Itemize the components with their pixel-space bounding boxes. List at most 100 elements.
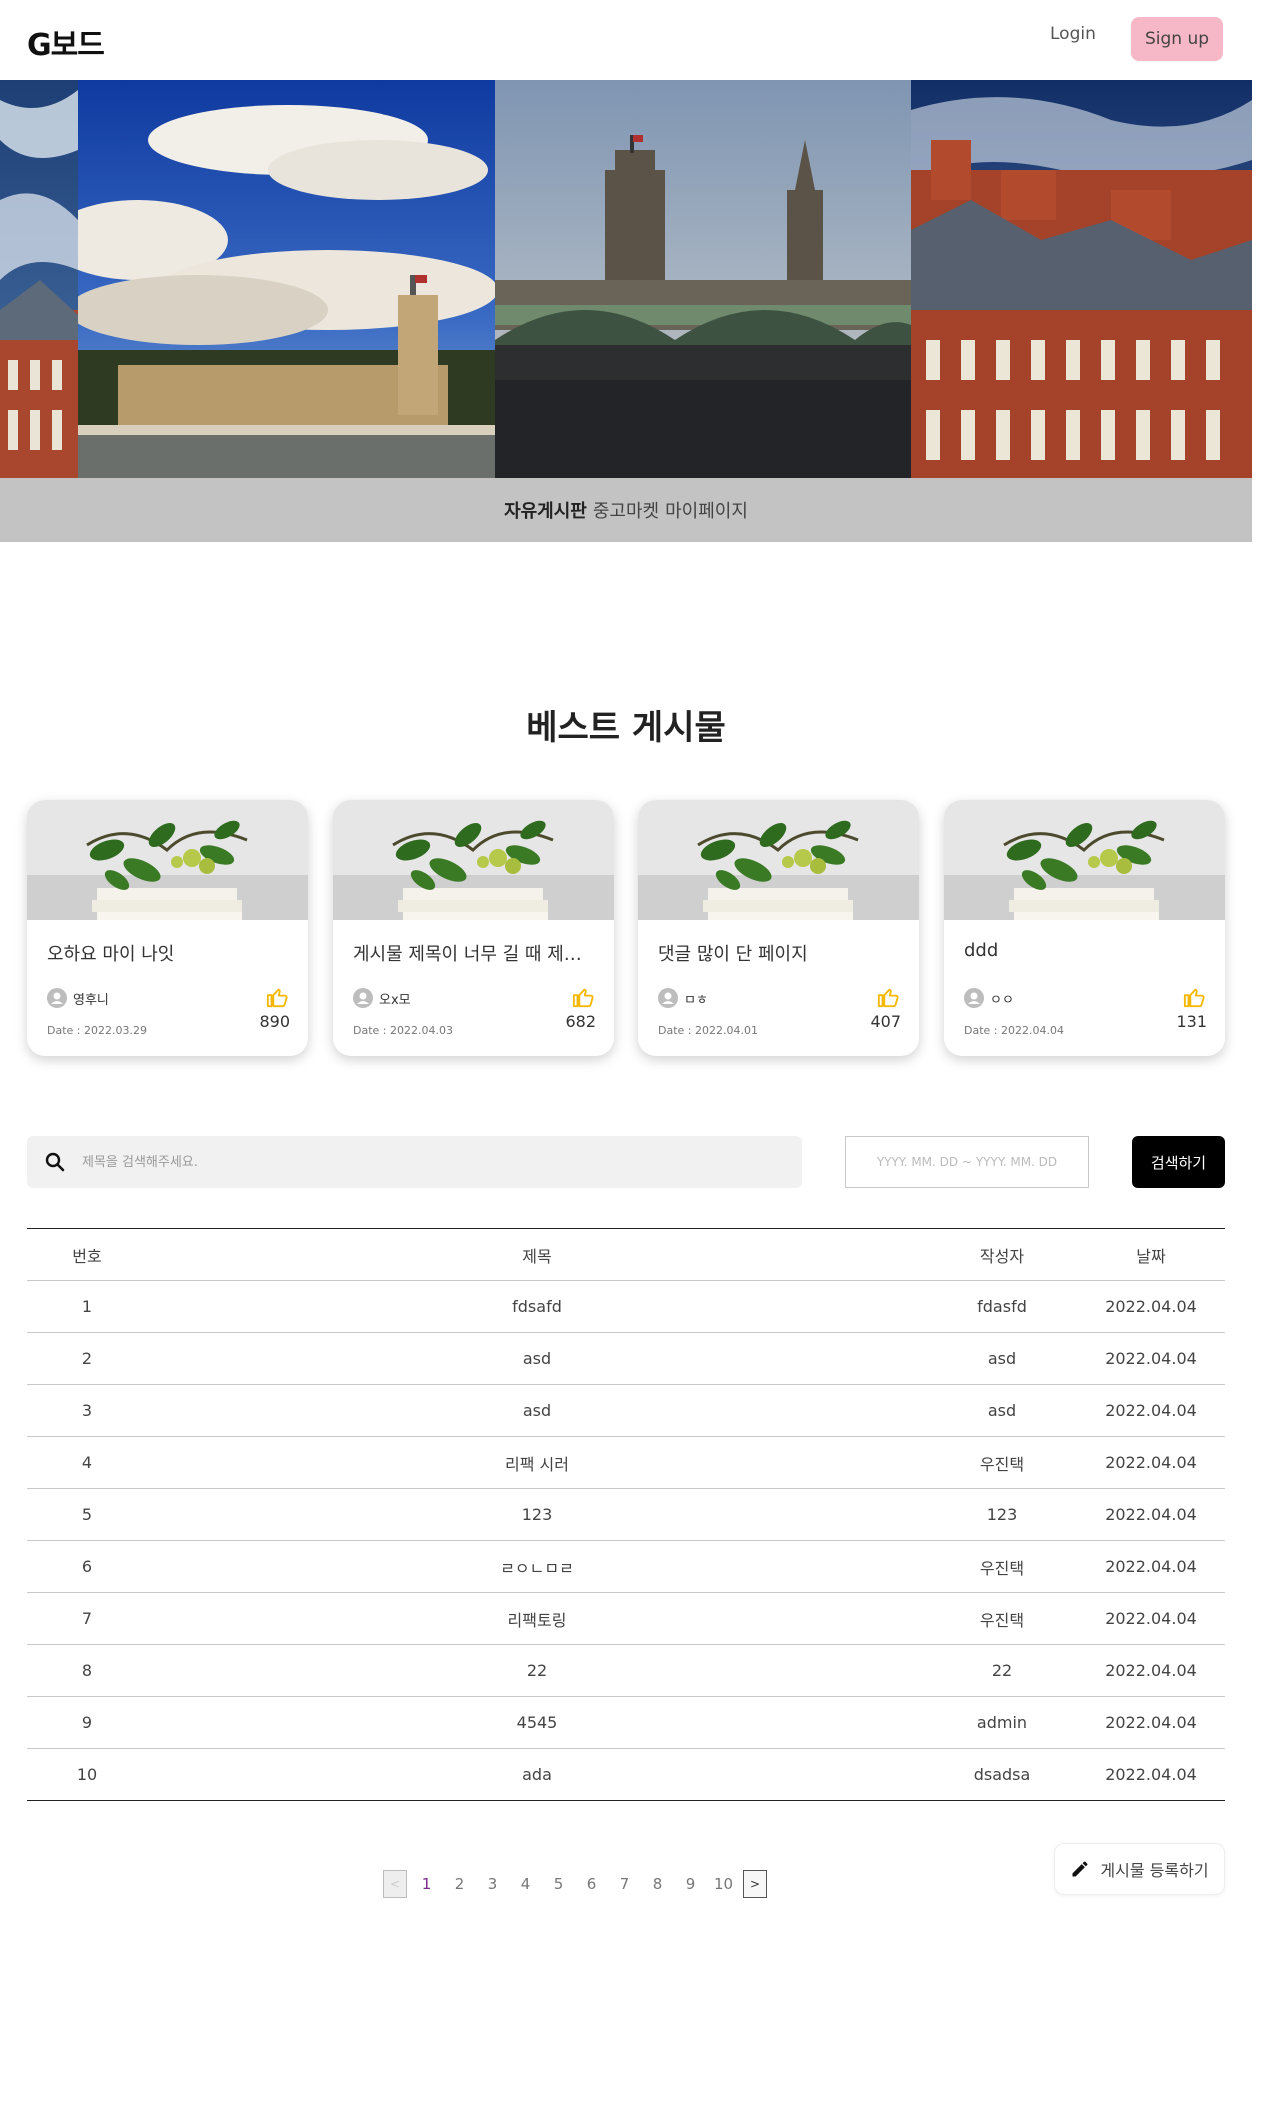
row-number: 3 (27, 1384, 147, 1437)
table-row[interactable]: 4 리팩 시러 우진택 2022.04.04 (27, 1436, 1225, 1489)
row-title[interactable]: asd (147, 1384, 927, 1437)
logo[interactable]: G보드 (27, 20, 105, 64)
row-number: 7 (27, 1592, 147, 1645)
card-author: 영후니 (47, 988, 109, 1008)
table-row[interactable]: 6 ㄹㅇㄴㅁㄹ 우진택 2022.04.04 (27, 1540, 1225, 1593)
search-input[interactable] (82, 1136, 782, 1188)
row-title[interactable]: ada (147, 1748, 927, 1801)
pagination: < 1 2 3 4 5 6 7 8 9 10 > (383, 1869, 767, 1899)
page-number[interactable]: 5 (542, 1875, 575, 1893)
page-number-current[interactable]: 1 (410, 1875, 443, 1893)
row-title[interactable]: asd (147, 1332, 927, 1385)
row-date: 2022.04.04 (1077, 1540, 1225, 1593)
thumbs-up-icon[interactable] (266, 986, 288, 1008)
next-page-button[interactable]: > (743, 1870, 767, 1898)
best-post-card[interactable]: ddd ㅇㅇ Date : 2022.04.04 131 (944, 800, 1225, 1056)
page-number[interactable]: 7 (608, 1875, 641, 1893)
row-title[interactable]: 4545 (147, 1696, 927, 1749)
nav-item-free-board[interactable]: 자유게시판 (504, 497, 587, 523)
card-author: ㅁㅎ (658, 988, 708, 1008)
prev-page-button[interactable]: < (383, 1870, 407, 1898)
row-number: 10 (27, 1748, 147, 1801)
best-post-card[interactable]: 오하요 마이 나잇 영후니 Date : 2022.03.29 890 (27, 800, 308, 1056)
search-button[interactable]: 검색하기 (1132, 1136, 1225, 1188)
signup-button[interactable]: Sign up (1131, 17, 1223, 61)
row-title[interactable]: 리팩 시러 (147, 1436, 927, 1489)
write-post-label: 게시물 등록하기 (1100, 1861, 1209, 1880)
row-number: 8 (27, 1644, 147, 1697)
page-number[interactable]: 4 (509, 1875, 542, 1893)
user-circle-icon (353, 988, 373, 1008)
row-date: 2022.04.04 (1077, 1280, 1225, 1333)
row-title[interactable]: fdsafd (147, 1280, 927, 1333)
row-writer: 우진택 (927, 1592, 1077, 1645)
table-row[interactable]: 2 asd asd 2022.04.04 (27, 1332, 1225, 1385)
page-number[interactable]: 2 (443, 1875, 476, 1893)
card-like-count: 890 (259, 1012, 290, 1031)
row-date: 2022.04.04 (1077, 1644, 1225, 1697)
row-writer: 123 (927, 1488, 1077, 1541)
row-date: 2022.04.04 (1077, 1488, 1225, 1541)
row-date: 2022.04.04 (1077, 1332, 1225, 1385)
column-header-number: 번호 (27, 1228, 147, 1281)
table-row[interactable]: 8 22 22 2022.04.04 (27, 1644, 1225, 1697)
card-date: Date : 2022.04.03 (353, 1024, 453, 1037)
table-row[interactable]: 1 fdsafd fdasfd 2022.04.04 (27, 1280, 1225, 1333)
search-icon (45, 1152, 65, 1172)
table-row[interactable]: 3 asd asd 2022.04.04 (27, 1384, 1225, 1437)
row-title[interactable]: ㄹㅇㄴㅁㄹ (147, 1540, 927, 1593)
page-number[interactable]: 9 (674, 1875, 707, 1893)
card-like-count: 407 (870, 1012, 901, 1031)
table-row[interactable]: 5 123 123 2022.04.04 (27, 1488, 1225, 1541)
row-number: 4 (27, 1436, 147, 1489)
card-title: ddd (964, 940, 999, 961)
banner-image-brick-building (911, 80, 1252, 478)
search-box (27, 1136, 802, 1188)
thumbs-up-icon[interactable] (877, 986, 899, 1008)
page-number[interactable]: 6 (575, 1875, 608, 1893)
row-date: 2022.04.04 (1077, 1592, 1225, 1645)
row-date: 2022.04.04 (1077, 1748, 1225, 1801)
row-writer: 우진택 (927, 1540, 1077, 1593)
card-author-name: 오x모 (379, 992, 411, 1008)
row-number: 9 (27, 1696, 147, 1749)
card-date: Date : 2022.03.29 (47, 1024, 147, 1037)
table-row[interactable]: 7 리팩토링 우진택 2022.04.04 (27, 1592, 1225, 1645)
card-thumbnail-image (333, 800, 614, 920)
card-author-name: ㅁㅎ (684, 992, 708, 1008)
page-number[interactable]: 10 (707, 1875, 740, 1893)
login-button[interactable]: Login (1050, 24, 1096, 44)
card-date: Date : 2022.04.04 (964, 1024, 1064, 1037)
row-writer: 22 (927, 1644, 1077, 1697)
write-post-button[interactable]: 게시물 등록하기 (1054, 1843, 1225, 1895)
card-author: ㅇㅇ (964, 988, 1014, 1008)
page-number[interactable]: 8 (641, 1875, 674, 1893)
row-title[interactable]: 123 (147, 1488, 927, 1541)
row-date: 2022.04.04 (1077, 1696, 1225, 1749)
best-post-card[interactable]: 게시물 제목이 너무 길 때 제목 ... 오x모 Date : 2022.04… (333, 800, 614, 1056)
card-author-name: 영후니 (73, 992, 109, 1008)
column-header-title: 제목 (147, 1228, 927, 1281)
card-thumbnail-image (638, 800, 919, 920)
card-like-count: 131 (1176, 1012, 1207, 1031)
thumbs-up-icon[interactable] (1183, 986, 1205, 1008)
card-thumbnail-image (27, 800, 308, 920)
row-number: 1 (27, 1280, 147, 1333)
best-post-card[interactable]: 댓글 많이 단 페이지 ㅁㅎ Date : 2022.04.01 407 (638, 800, 919, 1056)
user-circle-icon (47, 988, 67, 1008)
thumbs-up-icon[interactable] (572, 986, 594, 1008)
row-title[interactable]: 리팩토링 (147, 1592, 927, 1645)
row-title[interactable]: 22 (147, 1644, 927, 1697)
table-row[interactable]: 9 4545 admin 2022.04.04 (27, 1696, 1225, 1749)
banner-carousel[interactable] (0, 80, 1252, 478)
nav-item-mypage[interactable]: 마이페이지 (665, 497, 748, 523)
user-circle-icon (658, 988, 678, 1008)
page-number[interactable]: 3 (476, 1875, 509, 1893)
row-writer: asd (927, 1384, 1077, 1437)
banner-image-partial-left (0, 80, 78, 478)
date-range-input[interactable] (845, 1136, 1089, 1188)
card-thumbnail-image (944, 800, 1225, 920)
banner-image-bridge (495, 80, 911, 478)
nav-item-used-market[interactable]: 중고마켓 (593, 497, 659, 523)
table-row[interactable]: 10 ada dsadsa 2022.04.04 (27, 1748, 1225, 1801)
